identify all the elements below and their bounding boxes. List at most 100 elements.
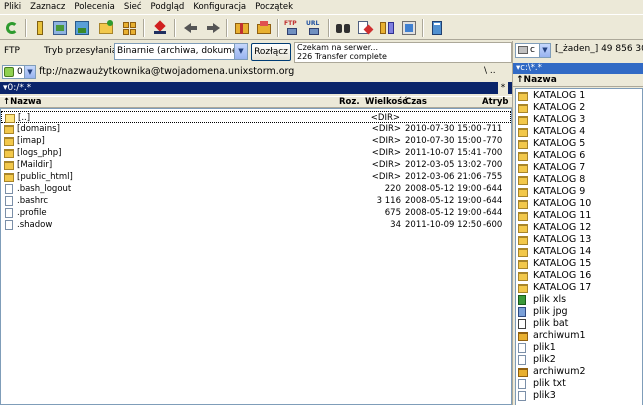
search-icon[interactable] — [335, 20, 351, 36]
file-attr: -700 — [483, 148, 503, 158]
list-item[interactable]: plik1 — [516, 342, 642, 354]
list-item[interactable]: archiwum2 — [516, 366, 642, 378]
unpack-icon[interactable] — [256, 20, 272, 36]
file-time: 2011-10-09 12:50 — [405, 220, 482, 230]
list-item[interactable]: KATALOG 14 — [516, 246, 642, 258]
menu-konfiguracja[interactable]: Konfiguracja — [193, 2, 246, 12]
list-item[interactable]: plik3 — [516, 390, 642, 402]
transfer-mode-select[interactable]: Binarnie (archiwa, dokumen ▼ — [114, 43, 248, 60]
list-item[interactable]: KATALOG 9 — [516, 186, 642, 198]
brief-view-icon[interactable] — [32, 20, 48, 36]
path-tools[interactable]: \ .. — [484, 66, 496, 76]
list-item[interactable]: KATALOG 11 — [516, 210, 642, 222]
full-view-icon[interactable] — [52, 20, 68, 36]
parent-dir-icon — [5, 114, 15, 123]
folder-icon — [518, 260, 528, 269]
list-item[interactable]: KATALOG 3 — [516, 114, 642, 126]
sync-dirs-icon[interactable] — [122, 20, 138, 36]
item-name: KATALOG 17 — [533, 282, 592, 293]
status-line: Czekam na serwer... — [297, 43, 378, 52]
table-row[interactable]: [logs_php] <DIR> 2011-10-07 15:41 -700 — [1, 147, 511, 159]
toolbar: FTP URL — [0, 14, 643, 40]
menu-podglad[interactable]: Podgląd — [151, 2, 185, 12]
list-item[interactable]: KATALOG 16 — [516, 270, 642, 282]
table-row[interactable]: .shadow 34 2011-10-09 12:50 -600 — [1, 219, 511, 231]
list-item[interactable]: plik2 — [516, 354, 642, 366]
table-row[interactable]: .bashrc 3 116 2008-05-12 19:00 -644 — [1, 195, 511, 207]
ftp-url-icon[interactable]: URL — [306, 20, 322, 36]
list-item[interactable]: KATALOG 5 — [516, 138, 642, 150]
folder-icon — [518, 188, 528, 197]
list-item[interactable]: KATALOG 10 — [516, 198, 642, 210]
file-icon — [518, 379, 526, 389]
list-item[interactable]: archiwum1 — [516, 330, 642, 342]
list-item[interactable]: KATALOG 8 — [516, 174, 642, 186]
list-item[interactable]: KATALOG 13 — [516, 234, 642, 246]
refresh-icon[interactable] — [4, 20, 20, 36]
folder-icon — [518, 212, 528, 221]
menu-pliki[interactable]: Pliki — [4, 2, 21, 12]
list-item[interactable]: plik txt — [516, 378, 642, 390]
list-item[interactable]: KATALOG 1 — [516, 90, 642, 102]
remote-path-bar[interactable]: ▾0:/*.* * — [0, 82, 512, 94]
folder-icon — [518, 128, 528, 137]
list-item[interactable]: KATALOG 2 — [516, 102, 642, 114]
file-size: 34 — [390, 220, 401, 230]
list-item[interactable]: plik jpg — [516, 306, 642, 318]
list-item[interactable]: KATALOG 15 — [516, 258, 642, 270]
chevron-down-icon[interactable]: ▼ — [234, 44, 247, 59]
arrow-left-icon[interactable] — [183, 20, 199, 36]
menu-zaznacz[interactable]: Zaznacz — [30, 2, 65, 12]
column-attr[interactable]: Atryb — [482, 97, 508, 108]
multi-rename-icon[interactable] — [357, 20, 374, 36]
menu-siec[interactable]: Sieć — [124, 2, 142, 12]
table-row[interactable]: [public_html] <DIR> 2012-03-06 21:06 -755 — [1, 171, 511, 183]
list-item[interactable]: KATALOG 7 — [516, 162, 642, 174]
local-path-bar[interactable]: ▾c:\*.* — [513, 63, 643, 74]
ftp-connect-icon[interactable]: FTP — [284, 20, 300, 36]
thumbnails-icon[interactable] — [74, 20, 90, 36]
disconnect-button[interactable]: Rozłącz — [251, 43, 291, 61]
list-item[interactable]: plik bat — [516, 318, 642, 330]
transfer-mode-value: Binarnie (archiwa, dokumen — [117, 46, 244, 56]
menu-polecenia[interactable]: Polecenia — [74, 2, 114, 12]
item-name: KATALOG 12 — [533, 222, 592, 233]
select-icon[interactable] — [152, 20, 168, 36]
pack-icon[interactable] — [234, 20, 250, 36]
column-name[interactable]: ↑Nazwa — [3, 97, 42, 108]
status-line: 226 Transfer complete — [297, 52, 387, 61]
table-row[interactable]: [imap] <DIR> 2010-07-30 15:00 -770 — [1, 135, 511, 147]
tree-icon[interactable] — [98, 20, 114, 36]
connection-select[interactable]: 0 ▼ — [2, 65, 36, 79]
table-row[interactable]: [domains] <DIR> 2010-07-30 15:00 -711 — [1, 123, 511, 135]
chevron-down-icon[interactable]: ▼ — [539, 44, 550, 57]
drive-select[interactable]: c ▼ — [515, 43, 551, 58]
list-item[interactable]: KATALOG 12 — [516, 222, 642, 234]
arrow-right-icon[interactable] — [205, 20, 221, 36]
menu-poczatek[interactable]: Początek — [255, 2, 293, 12]
chevron-down-icon[interactable]: ▼ — [24, 66, 35, 78]
local-file-list[interactable]: KATALOG 1 KATALOG 2 KATALOG 3 KATALOG 4 KATA… — [515, 88, 643, 405]
xls-file-icon — [518, 295, 526, 305]
table-row[interactable]: .bash_logout 220 2008-05-12 19:00 -644 — [1, 183, 511, 195]
list-item[interactable]: KATALOG 17 — [516, 282, 642, 294]
notepad-icon[interactable] — [429, 20, 445, 36]
table-row[interactable]: .profile 675 2008-05-12 19:00 -644 — [1, 207, 511, 219]
sync-icon[interactable] — [401, 20, 417, 36]
column-size[interactable]: Wielkość — [365, 97, 407, 108]
star-dropdown-icon[interactable]: * — [498, 82, 508, 94]
table-row[interactable]: [Maildir] <DIR> 2012-03-05 13:02 -700 — [1, 159, 511, 171]
file-time: 2012-03-06 21:06 — [405, 172, 482, 182]
local-column-header[interactable]: ↑Nazwa — [513, 75, 643, 87]
column-ext[interactable]: Roz. — [339, 97, 360, 108]
column-time[interactable]: Czas — [405, 97, 427, 108]
toolbar-separator — [25, 19, 27, 37]
compare-icon[interactable] — [379, 20, 395, 36]
list-item[interactable]: KATALOG 6 — [516, 150, 642, 162]
table-row[interactable]: [..] <DIR> — [1, 111, 511, 123]
remote-file-list[interactable]: [..] <DIR> [domains] <DIR> 2010-07-30 15:00-… — [0, 108, 512, 405]
list-item[interactable]: KATALOG 4 — [516, 126, 642, 138]
list-item[interactable]: plik xls — [516, 294, 642, 306]
ftp-status-log: Czekam na serwer... 226 Transfer complet… — [294, 42, 512, 63]
folder-icon — [518, 164, 528, 173]
